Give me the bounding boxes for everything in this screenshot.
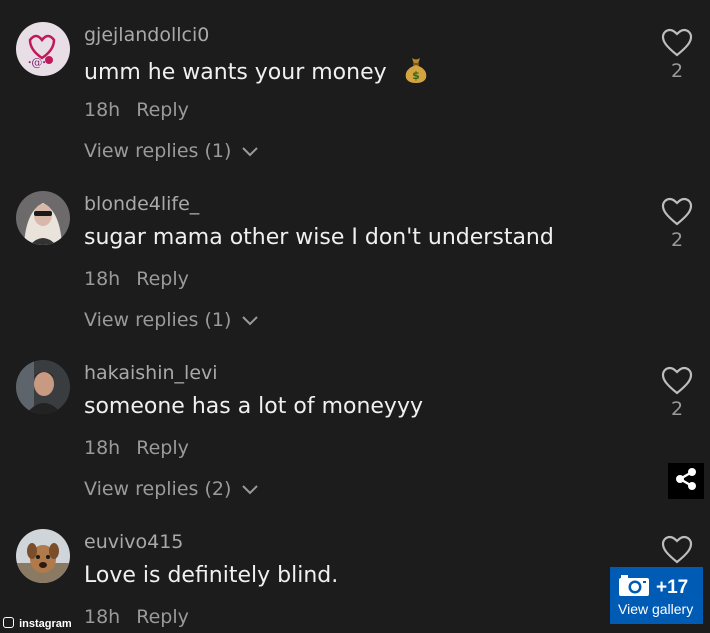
like-button[interactable]: 2: [659, 366, 695, 420]
avatar[interactable]: ꞏ@ꞏ: [16, 22, 70, 76]
like-count: 2: [670, 60, 684, 82]
gallery-top-row: +17: [618, 573, 688, 602]
view-gallery-button[interactable]: +17 View gallery: [610, 567, 703, 624]
avatar[interactable]: [16, 529, 70, 583]
gallery-label: View gallery: [618, 601, 694, 617]
comment-item: ꞏ@ꞏ gjejlandollci0 umm he wants your mon…: [0, 22, 710, 191]
share-button[interactable]: [668, 463, 704, 499]
comment-time: 18h: [84, 99, 121, 121]
comment-username[interactable]: gjejlandollci0: [84, 24, 209, 46]
view-replies-button[interactable]: View replies (1): [84, 140, 259, 163]
comments-screen: ꞏ@ꞏ gjejlandollci0 umm he wants your mon…: [0, 0, 710, 633]
like-button[interactable]: 2: [659, 197, 695, 251]
comment-text: Love is definitely blind.: [84, 563, 339, 588]
like-button[interactable]: [659, 535, 695, 569]
view-replies-button[interactable]: View replies (2): [84, 478, 259, 501]
money-bag-icon: $: [404, 56, 428, 90]
view-replies-button[interactable]: View replies (1): [84, 309, 259, 332]
comment-text: umm he wants your money: [84, 60, 387, 85]
comment-username[interactable]: euvivo415: [84, 531, 183, 553]
watermark-text: instagram: [19, 618, 72, 630]
view-replies-label: View replies (1): [84, 140, 232, 162]
avatar[interactable]: [16, 191, 70, 245]
reply-button[interactable]: Reply: [136, 99, 189, 121]
comment-text: someone has a lot of moneyyy: [84, 394, 423, 419]
comment-time: 18h: [84, 437, 121, 459]
gallery-count: +17: [656, 576, 689, 598]
comment-username[interactable]: hakaishin_levi: [84, 362, 218, 384]
comment-username[interactable]: blonde4life_: [84, 193, 199, 215]
comment-text-row: umm he wants your money $: [84, 56, 428, 90]
view-replies-label: View replies (2): [84, 478, 232, 500]
comment-text: sugar mama other wise I don't understand: [84, 225, 554, 250]
view-replies-label: View replies (1): [84, 309, 232, 331]
chevron-down-icon: [241, 310, 259, 332]
like-button[interactable]: 2: [659, 28, 695, 82]
svg-text:ꞏ@ꞏ: ꞏ@ꞏ: [28, 56, 46, 69]
avatar[interactable]: [16, 360, 70, 414]
svg-text:$: $: [412, 69, 420, 82]
camera-icon: [618, 573, 650, 602]
reply-button[interactable]: Reply: [136, 606, 189, 628]
comment-meta: 18h Reply: [84, 606, 189, 628]
comment-item: euvivo415 Love is definitely blind. 18h …: [0, 529, 710, 633]
like-count: 2: [670, 229, 684, 251]
comment-item: blonde4life_ sugar mama other wise I don…: [0, 191, 710, 360]
reply-button[interactable]: Reply: [136, 437, 189, 459]
comment-item: hakaishin_levi someone has a lot of mone…: [0, 360, 710, 529]
comment-meta: 18h Reply: [84, 268, 189, 290]
reply-button[interactable]: Reply: [136, 268, 189, 290]
instagram-watermark: instagram: [3, 617, 72, 630]
comment-meta: 18h Reply: [84, 99, 189, 121]
like-count: 2: [670, 398, 684, 420]
chevron-down-icon: [241, 141, 259, 163]
comment-meta: 18h Reply: [84, 437, 189, 459]
chevron-down-icon: [241, 479, 259, 501]
instagram-icon: [3, 617, 14, 628]
share-icon: [673, 466, 699, 496]
comment-time: 18h: [84, 606, 121, 628]
comment-time: 18h: [84, 268, 121, 290]
